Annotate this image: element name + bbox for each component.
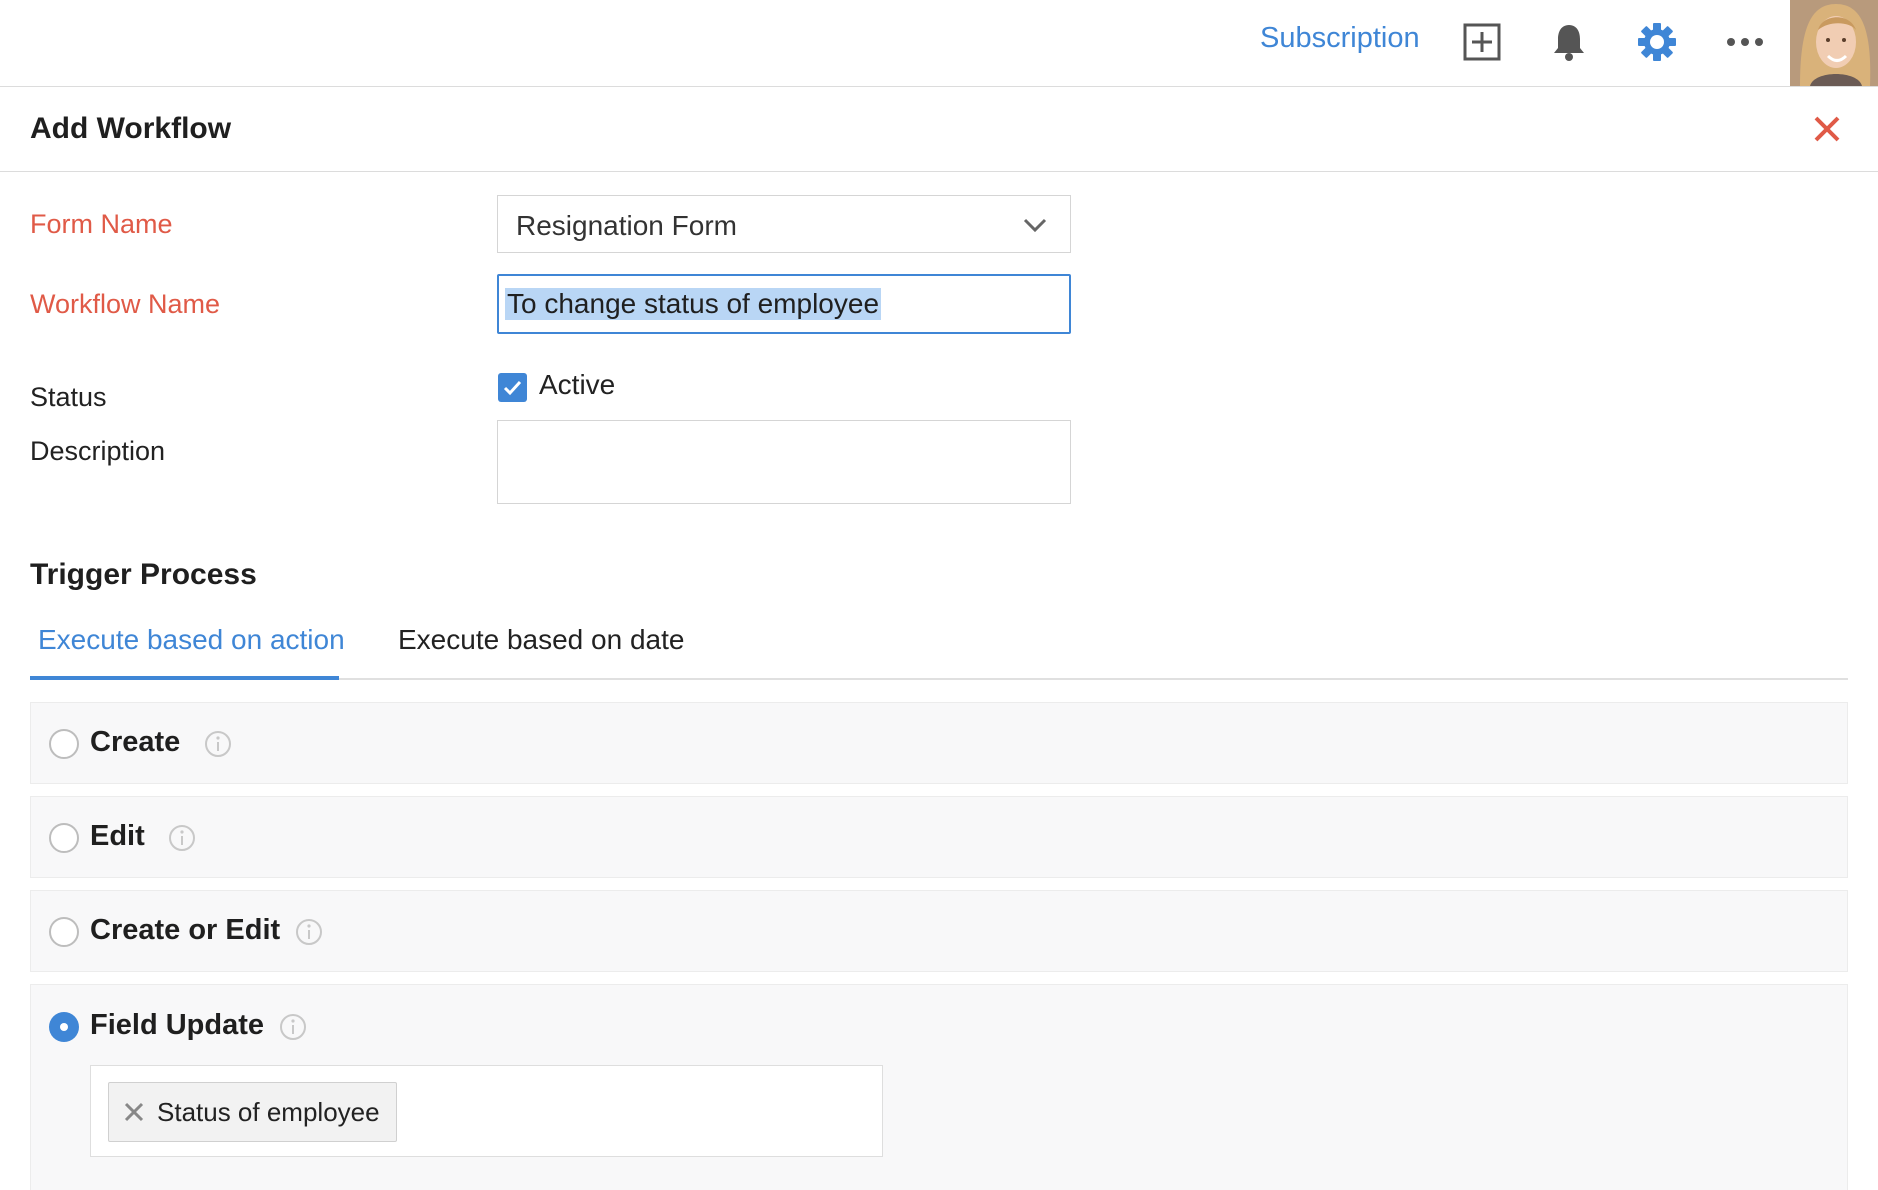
page-title: Add Workflow (30, 112, 232, 145)
avatar[interactable] (1790, 0, 1878, 86)
checkmark-icon (503, 380, 522, 396)
field-update-radio[interactable] (49, 1012, 79, 1042)
info-icon[interactable] (279, 1013, 307, 1041)
create-or-edit-label: Create or Edit (90, 914, 281, 946)
dialog-header: Add Workflow (0, 88, 1878, 172)
close-icon[interactable] (1810, 112, 1844, 146)
bell-icon[interactable] (1549, 22, 1589, 62)
status-label: Status (30, 382, 107, 412)
workflow-name-label: Workflow Name (30, 289, 221, 319)
add-square-icon[interactable] (1462, 22, 1502, 62)
more-horizontal-icon[interactable] (1725, 22, 1765, 62)
edit-radio[interactable] (49, 823, 79, 853)
create-or-edit-radio[interactable] (49, 917, 79, 947)
active-checkbox-label[interactable]: Active (539, 369, 615, 401)
subscription-link[interactable]: Subscription (1260, 22, 1420, 55)
info-icon[interactable] (295, 918, 323, 946)
create-label: Create (90, 726, 181, 758)
trigger-option-edit[interactable]: Edit (30, 796, 1848, 878)
trigger-tabs: Execute based on action Execute based on… (30, 612, 1848, 680)
remove-chip-icon[interactable] (123, 1101, 145, 1123)
top-bar: Subscription (0, 0, 1878, 87)
workflow-name-input[interactable]: To change status of employee (497, 274, 1071, 334)
selected-field-label: Status of employee (157, 1097, 380, 1127)
selected-field-chip: Status of employee (108, 1082, 397, 1142)
gear-icon[interactable] (1637, 22, 1677, 62)
edit-label: Edit (90, 820, 145, 852)
form-name-select[interactable]: Resignation Form (497, 195, 1071, 253)
info-icon[interactable] (168, 824, 196, 852)
workflow-name-value: To change status of employee (505, 288, 882, 320)
info-icon[interactable] (204, 730, 232, 758)
trigger-option-field-update[interactable]: Field Update Status of employee (30, 984, 1848, 1190)
description-label: Description (30, 436, 166, 466)
field-selector[interactable]: Status of employee (90, 1065, 883, 1157)
tab-execute-based-on-action[interactable]: Execute based on action (38, 624, 345, 656)
description-textarea[interactable] (497, 420, 1071, 504)
create-radio[interactable] (49, 729, 79, 759)
trigger-option-create-or-edit[interactable]: Create or Edit (30, 890, 1848, 972)
trigger-option-create[interactable]: Create (30, 702, 1848, 784)
field-update-label: Field Update (90, 1009, 265, 1041)
chevron-down-icon (1022, 212, 1048, 238)
form-name-label: Form Name (30, 209, 173, 239)
trigger-process-title: Trigger Process (30, 558, 257, 591)
tab-execute-based-on-date[interactable]: Execute based on date (398, 624, 684, 656)
active-checkbox[interactable] (498, 373, 527, 402)
active-tab-indicator (30, 676, 339, 680)
form-name-value: Resignation Form (516, 210, 737, 241)
